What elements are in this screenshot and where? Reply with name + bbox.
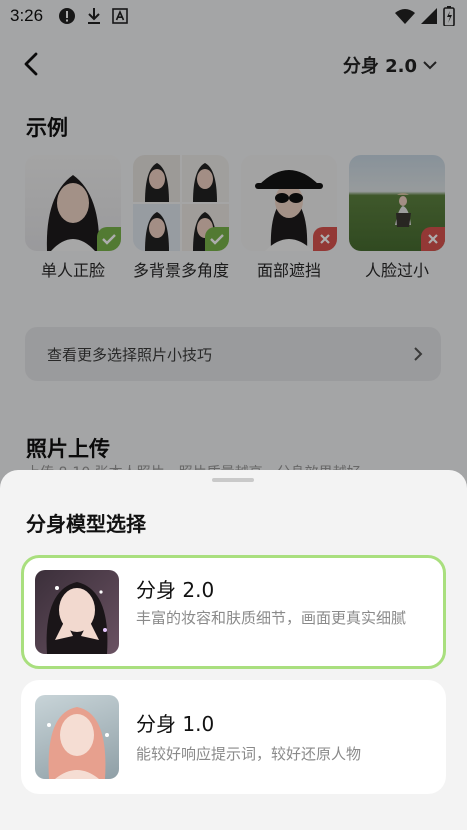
- model-option-1-0[interactable]: 分身 1.0 能较好响应提示词，较好还原人物: [21, 680, 446, 794]
- model-title-2-0: 分身 2.0: [136, 578, 215, 602]
- sheet-drag-handle[interactable]: [212, 478, 254, 482]
- model-thumbnail-2-0: [35, 570, 119, 654]
- model-title-1-0: 分身 1.0: [136, 712, 215, 736]
- model-thumbnail-1-0: [35, 695, 119, 779]
- model-select-sheet: 分身模型选择 分身 2.0 丰富的妆容和肤质细节，画面更真实细腻 分身 1.0 …: [0, 470, 467, 830]
- model-desc-2-0: 丰富的妆容和肤质细节，画面更真实细腻: [136, 609, 407, 627]
- model-option-2-0[interactable]: 分身 2.0 丰富的妆容和肤质细节，画面更真实细腻: [21, 555, 446, 669]
- model-desc-1-0: 能较好响应提示词，较好还原人物: [136, 745, 362, 763]
- sheet-title: 分身模型选择: [26, 512, 146, 536]
